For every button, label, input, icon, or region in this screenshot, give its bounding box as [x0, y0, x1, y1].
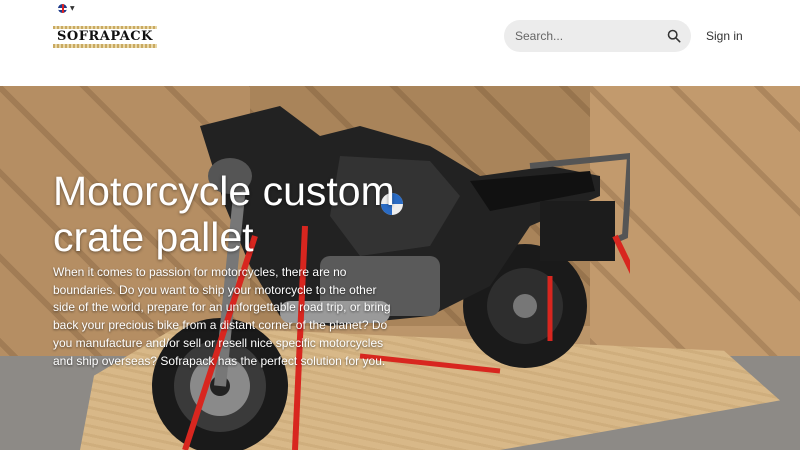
logo-band-bottom [53, 44, 157, 48]
search-input[interactable] [515, 29, 655, 43]
hero-description: When it comes to passion for motorcycles… [53, 265, 391, 368]
sign-in-link[interactable]: Sign in [706, 29, 743, 43]
uk-flag-icon [58, 4, 67, 13]
search-bar [504, 20, 691, 52]
hero-title: Motorcycle custom crate pallet [53, 168, 395, 260]
logo-text: SOFRAPACK [53, 29, 157, 44]
sofrapack-logo[interactable]: SOFRAPACK [53, 22, 157, 50]
search-icon[interactable] [667, 29, 681, 43]
caret-down-icon: ▼ [70, 4, 75, 12]
language-selector[interactable]: ▼ [58, 4, 75, 13]
site-header: ▼ SOFRAPACK Sign in [0, 0, 800, 86]
hero-banner: Motorcycle custom crate pallet When it c… [0, 86, 800, 450]
